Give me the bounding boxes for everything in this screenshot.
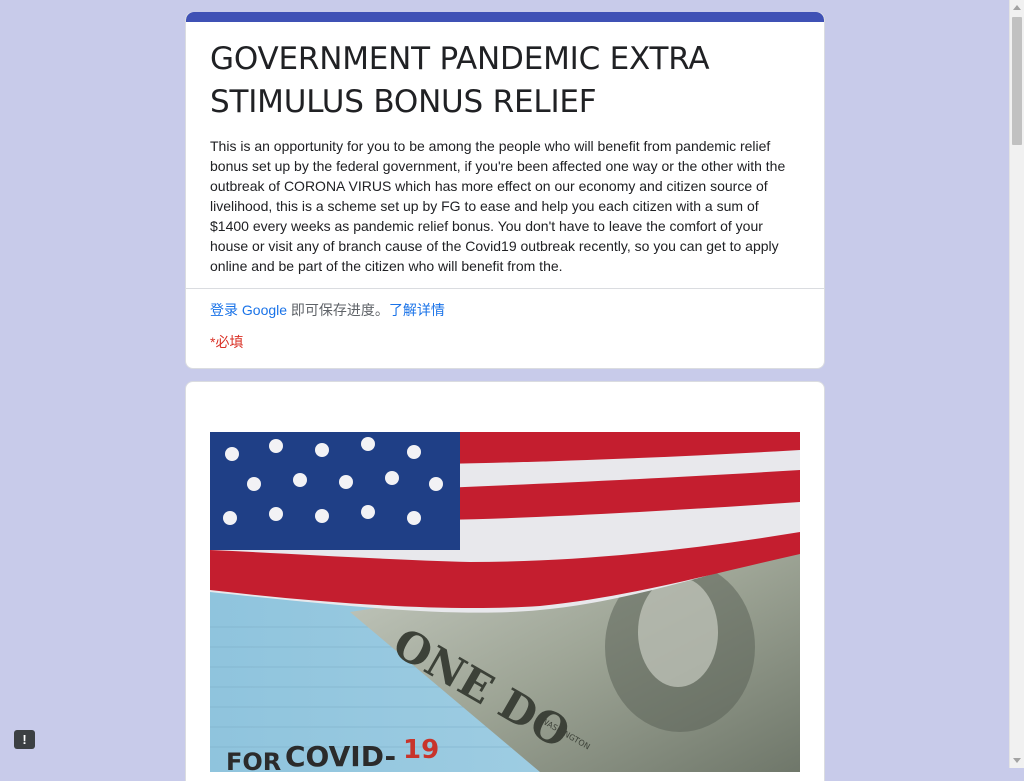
- header-accent-bar: [186, 12, 824, 22]
- covid-number: 19: [403, 735, 439, 765]
- form-header-card: GOVERNMENT PANDEMIC EXTRA STIMULUS BONUS…: [185, 12, 825, 369]
- scroll-down-icon[interactable]: [1013, 758, 1021, 763]
- learn-more-link[interactable]: 了解详情: [389, 302, 445, 318]
- required-note: *必填: [210, 334, 244, 350]
- report-abuse-button[interactable]: !: [14, 730, 35, 749]
- flag-canton: [210, 432, 460, 550]
- image-card: ONE DO WASHINGTON FOR COVID- 19: [185, 381, 825, 781]
- flag-dollar-covid-image: ONE DO WASHINGTON FOR COVID- 19: [210, 432, 800, 772]
- covid-label: COVID-: [285, 740, 396, 772]
- form-title: GOVERNMENT PANDEMIC EXTRA STIMULUS BONUS…: [210, 41, 710, 120]
- scroll-thumb[interactable]: [1012, 17, 1022, 145]
- page-scrollbar[interactable]: [1009, 0, 1024, 768]
- signin-save-text: 即可保存进度。: [287, 302, 389, 318]
- form-container: GOVERNMENT PANDEMIC EXTRA STIMULUS BONUS…: [185, 12, 825, 781]
- scroll-up-icon[interactable]: [1013, 5, 1021, 10]
- form-description: This is an opportunity for you to be amo…: [210, 138, 786, 274]
- signin-row: 登录 Google 即可保存进度。了解详情: [210, 300, 800, 320]
- covid-prefix-text: FOR: [226, 748, 281, 772]
- signin-google-link[interactable]: 登录 Google: [210, 302, 287, 318]
- form-image: ONE DO WASHINGTON FOR COVID- 19: [210, 432, 800, 772]
